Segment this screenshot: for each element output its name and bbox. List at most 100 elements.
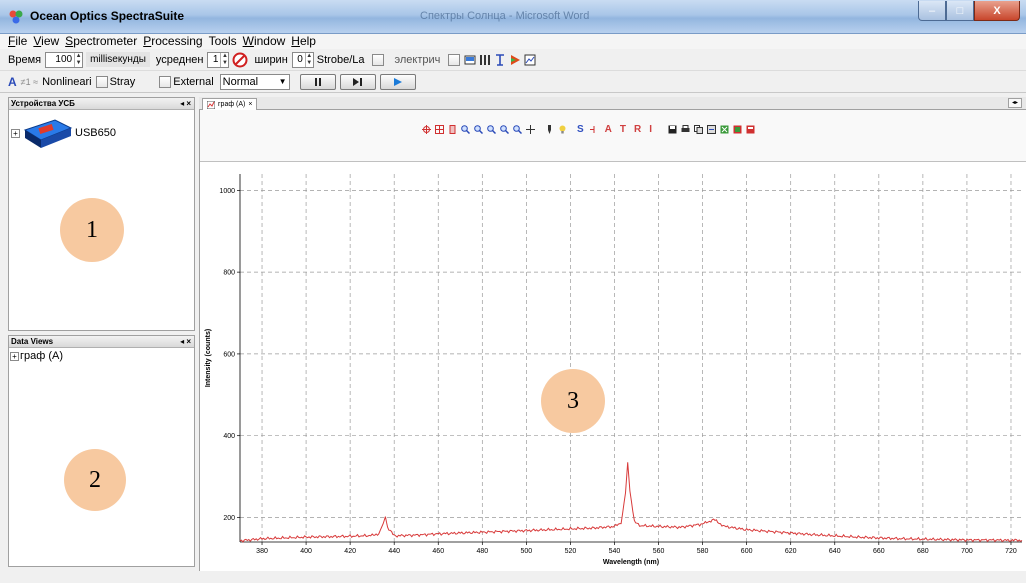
graph-tool-a[interactable]: A	[605, 124, 612, 135]
image-icon[interactable]	[464, 54, 476, 66]
menu-processing-label: rocessing	[151, 34, 203, 48]
menu-view-label: iew	[41, 34, 60, 48]
marker-line-icon[interactable]	[589, 125, 599, 134]
lightbulb-icon[interactable]	[558, 125, 567, 134]
menu-help[interactable]: Help	[291, 34, 316, 49]
x-tick-label: 480	[476, 548, 488, 555]
print-icon[interactable]	[681, 125, 690, 134]
menu-tools-label: Tools	[208, 34, 237, 48]
x-tick-label: 620	[785, 548, 797, 555]
marker-icon[interactable]	[545, 125, 554, 134]
save-icon[interactable]	[668, 125, 677, 134]
overlay-icon[interactable]	[733, 125, 742, 134]
stray-light-checkbox[interactable]	[95, 75, 108, 88]
zoom-fit-icon[interactable]	[500, 125, 509, 134]
step-play-icon	[352, 77, 362, 86]
x-tick-label: 400	[300, 548, 312, 555]
strobe-checkbox[interactable]	[372, 53, 385, 66]
data-view-tree-row[interactable]: + граф (A)	[10, 350, 63, 362]
panel-controls-icon[interactable]: ◂ ×	[180, 336, 191, 348]
menu-spectrometer[interactable]: Spectrometer	[65, 34, 137, 49]
menu-file[interactable]: File	[8, 34, 27, 49]
grid-icon[interactable]	[435, 125, 444, 134]
menu-tools[interactable]: Tools	[209, 34, 237, 49]
trigger-mode-select[interactable]: Normal ▼	[219, 73, 290, 90]
copy-icon[interactable]	[694, 125, 704, 134]
x-tick-label: 600	[741, 548, 753, 555]
integration-time-label: Время	[8, 53, 42, 66]
data-views-panel-header: Data Views ◂ ×	[9, 336, 194, 348]
chart-grid	[240, 174, 1022, 542]
zoom-reset-icon[interactable]	[513, 125, 522, 134]
play-color-icon[interactable]	[509, 54, 521, 66]
picture-icon[interactable]	[524, 54, 536, 66]
pan-icon[interactable]	[526, 125, 535, 134]
text-cursor-icon[interactable]	[494, 53, 506, 66]
scale-icon[interactable]	[448, 125, 457, 134]
zoom-out-icon[interactable]	[487, 125, 496, 134]
graph-tool-t[interactable]: T	[620, 124, 626, 135]
external-trigger-checkbox[interactable]	[159, 75, 172, 88]
x-tick-label: 500	[521, 548, 533, 555]
y-tick-label: 400	[223, 433, 235, 440]
close-tab-icon[interactable]: ×	[248, 101, 252, 108]
pause-button[interactable]	[299, 73, 336, 90]
trigger-mode-value: Normal	[222, 75, 259, 88]
electric-dark-label: электрич	[394, 53, 441, 66]
export-icon[interactable]	[707, 125, 717, 134]
device-tree-row[interactable]: + USB650	[11, 116, 116, 150]
x-tick-label: 720	[1005, 548, 1017, 555]
expand-icon[interactable]: +	[11, 128, 20, 138]
averages-value: 1	[212, 54, 219, 65]
spinner-arrows-icon[interactable]: ▲ ▼	[74, 52, 82, 67]
a-label: A	[8, 74, 17, 89]
menu-spectrometer-key: S	[65, 34, 74, 48]
spinner-arrows-icon[interactable]: ▲ ▼	[304, 52, 313, 67]
maximize-button[interactable]: □	[946, 1, 974, 21]
boxcar-width-value: 0	[297, 54, 303, 65]
menu-processing[interactable]: Processing	[143, 34, 202, 49]
graph-tool-i[interactable]: I	[649, 124, 652, 135]
usb-devices-panel-header: Устройства УСБ ◂ ×	[9, 98, 194, 110]
minimize-button[interactable]: –	[918, 1, 946, 21]
averages-spinner[interactable]: 1 ▲ ▼	[207, 51, 230, 68]
spectrometer-device-icon	[23, 119, 73, 148]
electric-dark-checkbox[interactable]	[448, 53, 461, 66]
continuous-acquire-button[interactable]	[379, 73, 416, 90]
menu-help-key: H	[291, 34, 300, 48]
menu-window-key: W	[242, 34, 254, 48]
integration-time-unit[interactable]: millisекунды	[86, 52, 150, 67]
stop-icon[interactable]	[232, 52, 248, 68]
tab-graph-label: граф (A)	[218, 101, 246, 108]
minimize-icon: –	[928, 4, 936, 17]
spectrum-chart[interactable]: 380 400 420 440 460 480 500 520 540 560 580 600 620 6…	[200, 162, 1026, 571]
pause-icon	[314, 77, 321, 86]
delete-overlay-icon[interactable]	[746, 125, 755, 134]
tab-graph-a[interactable]: граф (A) ×	[202, 98, 258, 110]
graph-tool-s[interactable]: S	[577, 124, 584, 135]
graph-toolbar-icons: S A T R I	[422, 124, 755, 135]
graph-tool-r[interactable]: R	[634, 124, 641, 135]
expand-icon[interactable]: +	[10, 351, 19, 361]
zoom-in-icon[interactable]	[474, 125, 483, 134]
close-button[interactable]: X	[974, 1, 1020, 21]
menu-file-label: ile	[15, 34, 28, 48]
columns-icon[interactable]	[479, 54, 491, 66]
y-axis-label: Intensity (counts)	[205, 329, 212, 387]
x-axis-label: Wavelength (nm)	[603, 559, 659, 566]
zoom-icon[interactable]	[461, 125, 470, 134]
tab-scroll-icon[interactable]: ◂▸	[1008, 98, 1022, 108]
boxcar-width-spinner[interactable]: 0 ▲ ▼	[291, 51, 314, 68]
menu-view[interactable]: View	[33, 34, 59, 49]
average-symbol-icon[interactable]: ≠1 ≈	[21, 77, 38, 87]
menu-window[interactable]: Window	[243, 34, 286, 49]
crosshair-icon[interactable]	[422, 125, 431, 134]
single-acquire-button[interactable]	[339, 73, 376, 90]
stray-light-label: Stray	[109, 75, 136, 88]
spinner-arrows-icon[interactable]: ▲ ▼	[220, 52, 228, 67]
panel-controls-icon[interactable]: ◂ ×	[180, 98, 191, 110]
integration-time-spinner[interactable]: 100 ▲ ▼	[45, 51, 84, 68]
excel-icon[interactable]	[720, 125, 729, 134]
menu-spectrometer-label: pectrometer	[73, 34, 138, 48]
y-tick-label: 1000	[219, 188, 235, 195]
